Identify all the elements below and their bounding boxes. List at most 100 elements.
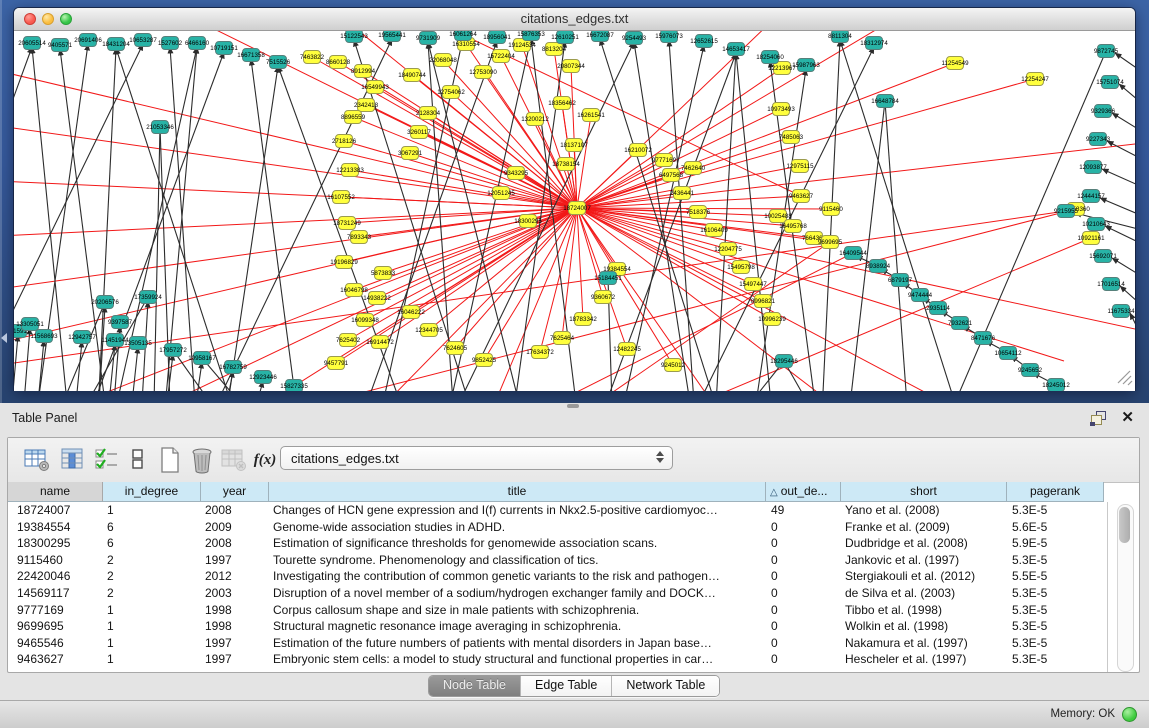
cell-name[interactable]: 9115460: [8, 552, 103, 569]
cell-year[interactable]: 2008: [201, 535, 269, 552]
rows-button[interactable]: [123, 445, 153, 475]
cell-title[interactable]: Changes of HCN gene expression and I(f) …: [269, 502, 766, 519]
cell-short[interactable]: de Silva et al. (2003): [841, 585, 1007, 602]
cell-title[interactable]: Tourette syndrome. Phenomenology and cla…: [269, 552, 766, 569]
table-settings-button[interactable]: [22, 445, 52, 475]
network-window[interactable]: citations_edges.txt 18724007746382286601…: [14, 8, 1135, 390]
cell-in_degree[interactable]: 2: [103, 585, 201, 602]
cell-out_de[interactable]: 0: [766, 651, 841, 668]
function-builder-button[interactable]: f(x): [250, 445, 280, 475]
column-header-name[interactable]: name: [8, 482, 103, 502]
cell-pagerank[interactable]: 5.3E-5: [1007, 602, 1104, 619]
new-document-button[interactable]: [155, 445, 185, 475]
table-row[interactable]: 1872400712008Changes of HCN gene express…: [8, 502, 1107, 519]
select-all-columns-button[interactable]: [92, 445, 122, 475]
delete-button[interactable]: [187, 445, 217, 475]
cell-title[interactable]: Corpus callosum shape and size in male p…: [269, 602, 766, 619]
cell-short[interactable]: Stergiakouli et al. (2012): [841, 568, 1007, 585]
network-view[interactable]: 1872400774638228660128891299416549943234…: [14, 31, 1135, 391]
tab-node-table[interactable]: Node Table: [429, 676, 521, 696]
cell-title[interactable]: Estimation of significance thresholds fo…: [269, 535, 766, 552]
cell-year[interactable]: 1997: [201, 635, 269, 652]
table-row[interactable]: 911546021997Tourette syndrome. Phenomeno…: [8, 552, 1107, 569]
cell-name[interactable]: 22420046: [8, 568, 103, 585]
cell-name[interactable]: 9465546: [8, 635, 103, 652]
scrollbar-thumb[interactable]: [1119, 507, 1130, 543]
cell-title[interactable]: Embryonic stem cells: a model to study s…: [269, 651, 766, 668]
cell-name[interactable]: 18300295: [8, 535, 103, 552]
table-row[interactable]: 969969511998Structural magnetic resonanc…: [8, 618, 1107, 635]
collapse-panel-arrow-icon[interactable]: [1, 333, 7, 343]
cell-pagerank[interactable]: 5.3E-5: [1007, 585, 1104, 602]
cell-in_degree[interactable]: 1: [103, 635, 201, 652]
cell-out_de[interactable]: 0: [766, 519, 841, 536]
cell-title[interactable]: Structural magnetic resonance image aver…: [269, 618, 766, 635]
table-row[interactable]: 946362711997Embryonic stem cells: a mode…: [8, 651, 1107, 668]
cell-in_degree[interactable]: 6: [103, 535, 201, 552]
cell-out_de[interactable]: 49: [766, 502, 841, 519]
cell-out_de[interactable]: 0: [766, 618, 841, 635]
cell-pagerank[interactable]: 5.3E-5: [1007, 618, 1104, 635]
cell-title[interactable]: Investigating the contribution of common…: [269, 568, 766, 585]
cell-pagerank[interactable]: 5.3E-5: [1007, 651, 1104, 668]
table-row[interactable]: 1830029562008Estimation of significance …: [8, 535, 1107, 552]
cell-title[interactable]: Disruption of a novel member of a sodium…: [269, 585, 766, 602]
table-row[interactable]: 977716911998Corpus callosum shape and si…: [8, 602, 1107, 619]
cell-pagerank[interactable]: 5.3E-5: [1007, 635, 1104, 652]
cell-short[interactable]: Yano et al. (2008): [841, 502, 1007, 519]
close-icon[interactable]: ✕: [1121, 408, 1134, 426]
cell-short[interactable]: Tibbo et al. (1998): [841, 602, 1007, 619]
cell-out_de[interactable]: 0: [766, 585, 841, 602]
cell-year[interactable]: 1997: [201, 651, 269, 668]
cell-pagerank[interactable]: 5.9E-5: [1007, 535, 1104, 552]
column-header-pagerank[interactable]: pagerank: [1007, 482, 1104, 502]
cell-out_de[interactable]: 0: [766, 568, 841, 585]
cell-short[interactable]: Hescheler et al. (1997): [841, 651, 1007, 668]
tab-edge-table[interactable]: Edge Table: [521, 676, 612, 696]
cell-in_degree[interactable]: 1: [103, 502, 201, 519]
cell-year[interactable]: 2012: [201, 568, 269, 585]
column-header-in_degree[interactable]: in_degree: [103, 482, 201, 502]
cell-name[interactable]: 14569117: [8, 585, 103, 602]
cell-out_de[interactable]: 0: [766, 602, 841, 619]
column-header-title[interactable]: title: [269, 482, 766, 502]
cell-pagerank[interactable]: 5.3E-5: [1007, 552, 1104, 569]
cell-pagerank[interactable]: 5.3E-5: [1007, 502, 1104, 519]
cell-year[interactable]: 1997: [201, 552, 269, 569]
cell-in_degree[interactable]: 1: [103, 602, 201, 619]
network-window-titlebar[interactable]: citations_edges.txt: [14, 8, 1135, 31]
cell-out_de[interactable]: 0: [766, 535, 841, 552]
cell-in_degree[interactable]: 2: [103, 568, 201, 585]
cell-short[interactable]: Franke et al. (2009): [841, 519, 1007, 536]
column-header-short[interactable]: short: [841, 482, 1007, 502]
cell-year[interactable]: 2003: [201, 585, 269, 602]
column-header-year[interactable]: year: [201, 482, 269, 502]
float-window-icon[interactable]: [1090, 411, 1107, 426]
cell-pagerank[interactable]: 5.6E-5: [1007, 519, 1104, 536]
cell-title[interactable]: Estimation of the future numbers of pati…: [269, 635, 766, 652]
column-header-out_de[interactable]: △out_de...: [766, 482, 841, 502]
table-row[interactable]: 1938455462009Genome-wide association stu…: [8, 519, 1107, 536]
canvas-resize-grip[interactable]: [1118, 371, 1132, 385]
cell-short[interactable]: Dudbridge et al. (2008): [841, 535, 1007, 552]
cell-short[interactable]: Wolkin et al. (1998): [841, 618, 1007, 635]
network-canvas[interactable]: 1872400774638228660128891299416549943234…: [14, 31, 1135, 391]
cell-name[interactable]: 19384554: [8, 519, 103, 536]
vertical-scrollbar[interactable]: [1117, 504, 1134, 672]
cell-name[interactable]: 9463627: [8, 651, 103, 668]
memory-ok-indicator[interactable]: [1122, 707, 1137, 722]
cell-in_degree[interactable]: 1: [103, 651, 201, 668]
cell-year[interactable]: 1998: [201, 602, 269, 619]
table-row[interactable]: 2242004622012Investigating the contribut…: [8, 568, 1107, 585]
cell-in_degree[interactable]: 2: [103, 552, 201, 569]
table-row[interactable]: 1456911722003Disruption of a novel membe…: [8, 585, 1107, 602]
cell-out_de[interactable]: 0: [766, 552, 841, 569]
cell-out_de[interactable]: 0: [766, 635, 841, 652]
cell-name[interactable]: 9699695: [8, 618, 103, 635]
tab-network-table[interactable]: Network Table: [612, 676, 719, 696]
table-row[interactable]: 946554611997Estimation of the future num…: [8, 635, 1107, 652]
cell-in_degree[interactable]: 1: [103, 618, 201, 635]
cell-year[interactable]: 1998: [201, 618, 269, 635]
cell-title[interactable]: Genome-wide association studies in ADHD.: [269, 519, 766, 536]
cell-pagerank[interactable]: 5.5E-5: [1007, 568, 1104, 585]
